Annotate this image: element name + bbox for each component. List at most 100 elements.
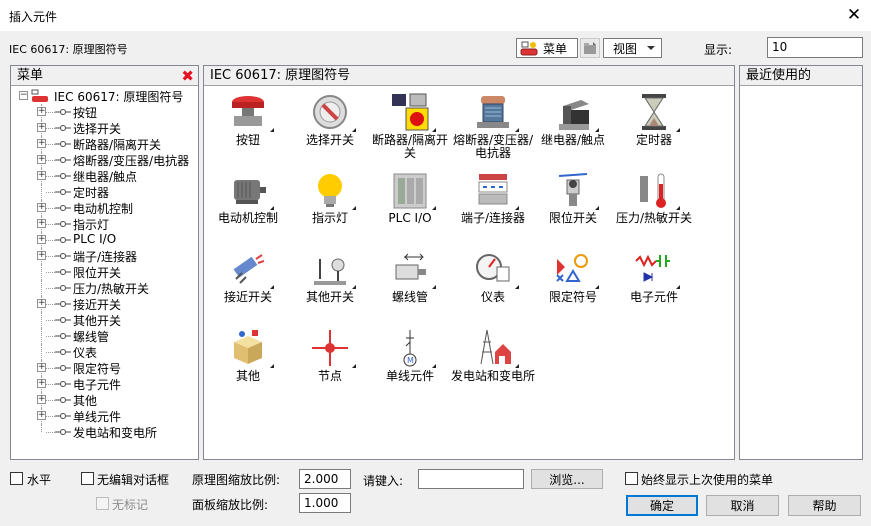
tree-item[interactable]: + 熔断器/变压器/电抗器 bbox=[11, 152, 198, 168]
tree-connector bbox=[46, 336, 55, 337]
view-dropdown[interactable]: 视图 bbox=[603, 38, 662, 58]
tree-item[interactable]: + 端子/连接器 bbox=[11, 248, 198, 264]
close-panel-icon[interactable]: ✖ bbox=[181, 67, 194, 85]
horizontal-checkbox[interactable] bbox=[10, 472, 23, 485]
tree-connector bbox=[46, 192, 55, 193]
expand-icon[interactable]: + bbox=[37, 411, 46, 420]
tree-connector bbox=[41, 264, 42, 280]
menu-panel-title: 菜单 bbox=[17, 68, 44, 83]
expand-icon[interactable]: + bbox=[37, 171, 46, 180]
tree-item[interactable]: + 断路器/隔离开关 bbox=[11, 136, 198, 152]
tree-item[interactable]: + 指示灯 bbox=[11, 216, 198, 232]
symbol-proximity-switch[interactable]: 接近开关 bbox=[204, 249, 292, 325]
symbol-breaker[interactable]: 断路器/隔离开关 bbox=[366, 92, 454, 168]
expand-icon[interactable]: + bbox=[37, 107, 46, 116]
symbol-label: 按钮 bbox=[235, 133, 260, 147]
folder-up-icon[interactable] bbox=[580, 38, 600, 58]
schematic-scale-label: 原理图缩放比例: bbox=[192, 473, 281, 487]
symbol-powerstation[interactable]: 发电站和变电所 bbox=[449, 328, 537, 404]
panel-scale-input[interactable]: 1.000 bbox=[299, 493, 351, 513]
symbol-plc[interactable]: PLC I/O bbox=[366, 170, 454, 246]
tree-item[interactable]: + 按钮 bbox=[11, 104, 198, 120]
submenu-indicator-icon bbox=[515, 128, 519, 132]
symbol-thermometer[interactable]: 压力/热敏开关 bbox=[610, 170, 698, 246]
always-show-last-checkbox[interactable] bbox=[625, 472, 638, 485]
no-tag-checkbox[interactable] bbox=[96, 497, 109, 510]
expand-icon[interactable]: + bbox=[37, 251, 46, 260]
symbol-gauge[interactable]: 仪表 bbox=[449, 249, 537, 325]
symbol-box[interactable]: 其他 bbox=[204, 328, 292, 404]
tree-item[interactable]: + 限定符号 bbox=[11, 360, 198, 376]
submenu-indicator-icon bbox=[515, 285, 519, 289]
submenu-indicator-icon bbox=[676, 128, 680, 132]
symbol-label: 接近开关 bbox=[223, 290, 272, 304]
symbol-hourglass[interactable]: 定时器 bbox=[610, 92, 698, 168]
close-icon[interactable]: ✕ bbox=[843, 4, 865, 26]
menu-button[interactable]: 菜单 bbox=[516, 38, 578, 58]
help-button[interactable]: 帮助 bbox=[788, 495, 861, 516]
qualifier-icon bbox=[556, 254, 588, 282]
expand-icon[interactable]: + bbox=[37, 219, 46, 228]
expand-icon[interactable]: + bbox=[37, 363, 46, 372]
symbol-pushbutton[interactable]: 按钮 bbox=[204, 92, 292, 168]
expand-icon[interactable]: + bbox=[37, 123, 46, 132]
symbol-relay[interactable]: 继电器/触点 bbox=[529, 92, 617, 168]
tree-item[interactable]: 螺线管 bbox=[11, 328, 198, 344]
symbol-qualifier[interactable]: 限定符号 bbox=[529, 249, 617, 325]
symbol-lightbulb[interactable]: 指示灯 bbox=[286, 170, 374, 246]
tree-node-icon bbox=[55, 285, 71, 291]
tree-connector bbox=[41, 328, 42, 344]
tree-item-label: 限定符号 bbox=[73, 362, 122, 376]
expand-icon[interactable]: + bbox=[37, 203, 46, 212]
symbol-motor[interactable]: 电动机控制 bbox=[204, 170, 292, 246]
expand-icon[interactable]: + bbox=[37, 235, 46, 244]
tree-item[interactable]: 限位开关 bbox=[11, 264, 198, 280]
expand-icon[interactable]: + bbox=[37, 155, 46, 164]
menu-panel: 菜单 ✖ − IEC 60617: 原理图符号 + 按钮 + 选择开关 + 断路器/隔离开… bbox=[10, 65, 199, 460]
tree-item[interactable]: + 电动机控制 bbox=[11, 200, 198, 216]
symbol-limit-switch[interactable]: 限位开关 bbox=[529, 170, 617, 246]
tree-item[interactable]: 压力/热敏开关 bbox=[11, 280, 198, 296]
symbol-label: 端子/连接器 bbox=[460, 211, 526, 225]
tree-item[interactable]: + 单线元件 bbox=[11, 408, 198, 424]
display-count-input[interactable]: 10 bbox=[767, 37, 863, 58]
root-menu-icon bbox=[31, 89, 48, 102]
expand-icon[interactable]: + bbox=[37, 139, 46, 148]
schematic-scale-input[interactable]: 2.000 bbox=[299, 469, 351, 489]
tree-item[interactable]: 发电站和变电所 bbox=[11, 424, 198, 440]
tree-item[interactable]: 仪表 bbox=[11, 344, 198, 360]
tree-item[interactable]: + 其他 bbox=[11, 392, 198, 408]
cancel-button[interactable]: 取消 bbox=[706, 495, 779, 516]
expand-icon[interactable]: + bbox=[37, 395, 46, 404]
symbol-node[interactable]: 节点 bbox=[286, 328, 374, 404]
symbol-other-switch[interactable]: 其他开关 bbox=[286, 249, 374, 325]
tree-item[interactable]: 定时器 bbox=[11, 184, 198, 200]
tree-item[interactable]: + 继电器/触点 bbox=[11, 168, 198, 184]
tree-item[interactable]: 其他开关 bbox=[11, 312, 198, 328]
symbol-transformer[interactable]: 熔断器/变压器/电抗器 bbox=[449, 92, 537, 168]
submenu-indicator-icon bbox=[515, 364, 519, 368]
enter-input[interactable] bbox=[418, 469, 524, 489]
enter-label: 请键入: bbox=[363, 474, 404, 488]
tree-item[interactable]: + 选择开关 bbox=[11, 120, 198, 136]
tree-item-label: 继电器/触点 bbox=[73, 170, 138, 184]
tree-item[interactable]: + PLC I/O bbox=[11, 232, 198, 248]
expand-icon[interactable]: + bbox=[37, 299, 46, 308]
ok-button[interactable]: 确定 bbox=[626, 495, 698, 516]
symbol-oneline[interactable]: M 单线元件 bbox=[366, 328, 454, 404]
menu-tree-icon bbox=[520, 41, 538, 56]
symbol-selector-switch[interactable]: 选择开关 bbox=[286, 92, 374, 168]
tree-item[interactable]: + 接近开关 bbox=[11, 296, 198, 312]
symbol-solenoid[interactable]: 螺线管 bbox=[366, 249, 454, 325]
no-edit-dialog-checkbox[interactable] bbox=[81, 472, 94, 485]
tree-root[interactable]: − IEC 60617: 原理图符号 bbox=[11, 88, 198, 104]
symbol-electronic[interactable]: 电子元件 bbox=[610, 249, 698, 325]
tree-item-label: 压力/热敏开关 bbox=[73, 282, 150, 296]
browse-button[interactable]: 浏览... bbox=[531, 469, 603, 489]
symbol-terminal[interactable]: 端子/连接器 bbox=[449, 170, 537, 246]
expand-icon[interactable]: + bbox=[37, 379, 46, 388]
tree-item[interactable]: + 电子元件 bbox=[11, 376, 198, 392]
tree-connector bbox=[46, 288, 55, 289]
submenu-indicator-icon bbox=[432, 206, 436, 210]
collapse-icon[interactable]: − bbox=[19, 91, 28, 100]
